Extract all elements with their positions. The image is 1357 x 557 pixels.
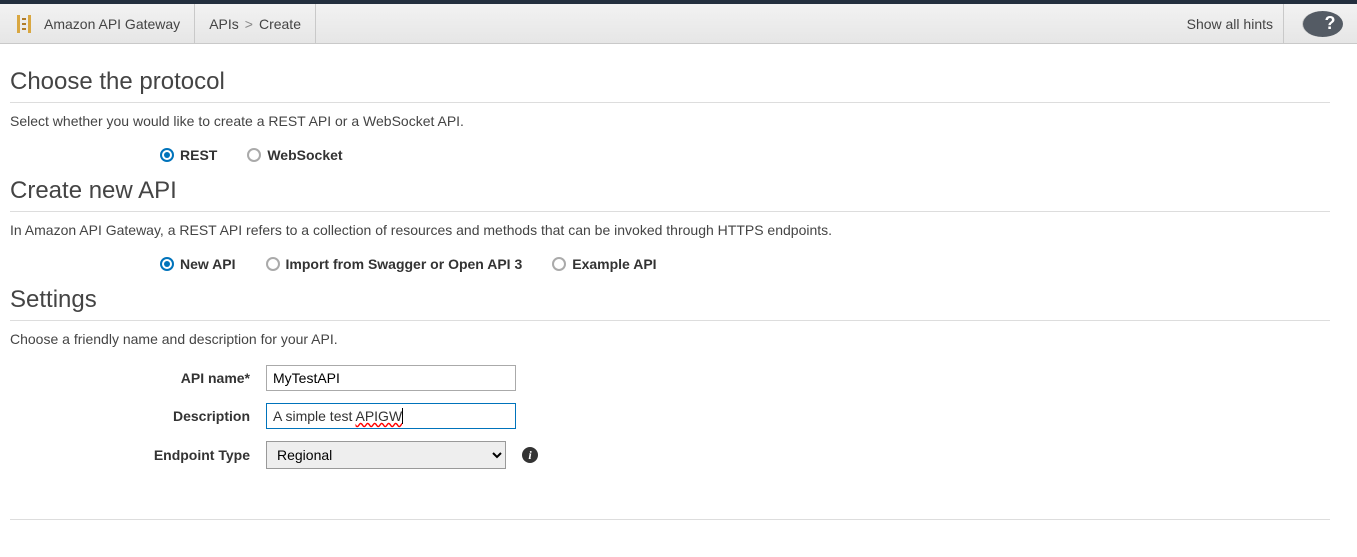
- description-label: Description: [10, 408, 250, 424]
- description-input[interactable]: A simple test APIGW: [266, 403, 516, 429]
- api-name-row: API name*: [10, 365, 1330, 391]
- protocol-description: Select whether you would like to create …: [10, 113, 1330, 129]
- create-option-new[interactable]: New API: [160, 256, 236, 272]
- protocol-option-rest[interactable]: REST: [160, 147, 217, 163]
- service-cell[interactable]: Amazon API Gateway: [0, 4, 195, 43]
- breadcrumb-current: Create: [259, 16, 301, 32]
- create-option-new-label: New API: [180, 256, 236, 272]
- protocol-radio-group: REST WebSocket: [160, 147, 1330, 163]
- top-right-controls: [1284, 4, 1357, 43]
- protocol-heading: Choose the protocol: [10, 68, 1330, 103]
- protocol-option-websocket-label: WebSocket: [267, 147, 342, 163]
- radio-dot-icon: [247, 148, 261, 162]
- text-cursor-icon: [402, 408, 403, 424]
- top-nav-bar: Amazon API Gateway APIs > Create Show al…: [0, 4, 1357, 44]
- create-option-import-label: Import from Swagger or Open API 3: [286, 256, 523, 272]
- endpoint-type-select[interactable]: RegionalEdge optimizedPrivate: [266, 441, 506, 469]
- description-text-prefix: A simple test: [273, 408, 355, 424]
- create-option-example[interactable]: Example API: [552, 256, 656, 272]
- api-gateway-logo-icon: [14, 14, 34, 34]
- spacer: [316, 4, 1177, 43]
- radio-dot-icon: [160, 148, 174, 162]
- help-icon[interactable]: [1302, 11, 1343, 37]
- service-name: Amazon API Gateway: [44, 16, 180, 32]
- endpoint-type-row: Endpoint Type RegionalEdge optimizedPriv…: [10, 441, 1330, 469]
- radio-dot-icon: [266, 257, 280, 271]
- endpoint-type-label: Endpoint Type: [10, 447, 250, 463]
- info-icon[interactable]: [522, 447, 538, 463]
- description-row: Description A simple test APIGW: [10, 403, 1330, 429]
- show-all-hints-button[interactable]: Show all hints: [1177, 4, 1284, 43]
- settings-description: Choose a friendly name and description f…: [10, 331, 1330, 347]
- create-description: In Amazon API Gateway, a REST API refers…: [10, 222, 1330, 238]
- api-name-input[interactable]: [266, 365, 516, 391]
- protocol-option-websocket[interactable]: WebSocket: [247, 147, 342, 163]
- chevron-right-icon: >: [245, 16, 253, 32]
- create-option-example-label: Example API: [572, 256, 656, 272]
- breadcrumb: APIs > Create: [195, 4, 316, 43]
- settings-heading: Settings: [10, 286, 1330, 321]
- breadcrumb-root[interactable]: APIs: [209, 16, 239, 32]
- protocol-option-rest-label: REST: [180, 147, 217, 163]
- create-radio-group: New API Import from Swagger or Open API …: [160, 256, 1330, 272]
- create-option-import[interactable]: Import from Swagger or Open API 3: [266, 256, 523, 272]
- api-name-label: API name*: [10, 370, 250, 386]
- create-heading: Create new API: [10, 177, 1330, 212]
- bottom-divider: [10, 519, 1330, 520]
- description-text-spellerr: APIGW: [355, 408, 402, 424]
- main-content: Choose the protocol Select whether you w…: [0, 44, 1340, 557]
- radio-dot-icon: [552, 257, 566, 271]
- radio-dot-icon: [160, 257, 174, 271]
